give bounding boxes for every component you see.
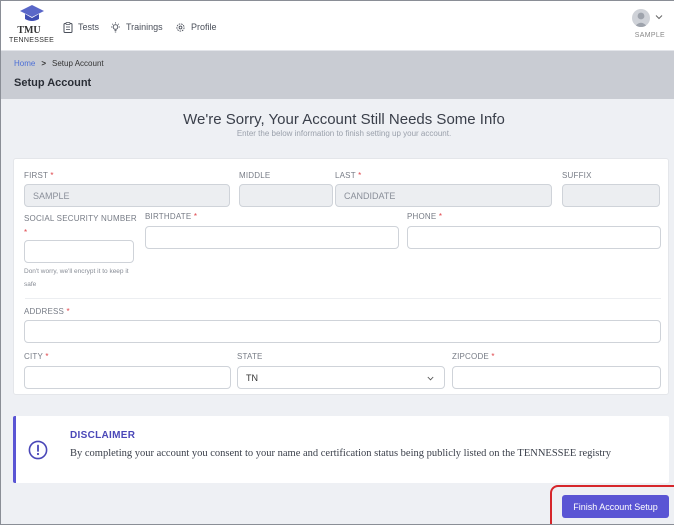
phone-label-text: PHONE (407, 212, 437, 221)
user-menu[interactable]: SAMPLE (625, 9, 665, 45)
logo-abbr: TMU (17, 25, 41, 36)
required-marker: * (491, 352, 495, 361)
first-name-label-text: FIRST (24, 171, 48, 180)
disclaimer-text: By completing your account you consent t… (70, 448, 612, 459)
page-title: Setup Account (14, 77, 92, 89)
state-selected-value: TN (246, 372, 258, 383)
suffix-input[interactable] (562, 184, 660, 207)
nav-trainings-label: Trainings (126, 22, 163, 32)
graduation-cap-icon (20, 5, 44, 21)
last-name-label-text: LAST (335, 171, 356, 180)
city-input[interactable] (24, 366, 231, 389)
chevron-down-icon (655, 15, 663, 20)
birthdate-input[interactable] (145, 226, 399, 249)
required-marker: * (24, 228, 28, 237)
top-navbar: TMU TENNESSEE Tests Trainings Profile SA… (1, 1, 674, 51)
ssn-label: SOCIAL SECURITY NUMBER * (24, 212, 149, 240)
clipboard-icon (63, 21, 73, 33)
suffix-label: SUFFIX (562, 171, 592, 180)
state-select[interactable]: TN (237, 366, 445, 389)
birthdate-label-text: BIRTHDATE (145, 212, 192, 221)
state-label: STATE (237, 352, 263, 361)
required-marker: * (66, 307, 70, 316)
disclaimer-title: DISCLAIMER (70, 430, 136, 441)
middle-name-input[interactable] (239, 184, 333, 207)
user-silhouette-icon (634, 12, 648, 27)
nav-profile-label: Profile (191, 22, 217, 32)
required-marker: * (438, 212, 443, 221)
phone-label: PHONE * (407, 212, 442, 221)
address-label-text: ADDRESS (24, 307, 65, 316)
zipcode-label: ZIPCODE * (452, 352, 495, 361)
required-marker: * (45, 352, 49, 361)
city-label-text: CITY (24, 352, 43, 361)
section-divider (25, 298, 661, 299)
middle-name-label: MIDDLE (239, 171, 271, 180)
banner-heading: We're Sorry, Your Account Still Needs So… (183, 111, 505, 128)
nav-tests-label: Tests (78, 22, 100, 32)
banner-subheading: Enter the below information to finish se… (236, 129, 452, 138)
address-input[interactable] (24, 320, 661, 343)
last-name-label: LAST * (335, 171, 361, 180)
breadcrumb-current: Setup Account (52, 59, 104, 68)
ssn-input[interactable] (24, 240, 134, 263)
first-name-label: FIRST * (24, 171, 54, 180)
gear-icon (176, 22, 185, 32)
birthdate-label: BIRTHDATE * (145, 212, 197, 221)
breadcrumb-home-link[interactable]: Home (14, 59, 35, 68)
nav-profile[interactable]: Profile (175, 19, 217, 35)
user-name: SAMPLE (634, 32, 665, 39)
account-form-card: FIRST * SAMPLE MIDDLE LAST * CANDIDATE S… (13, 158, 669, 395)
lightbulb-icon (111, 21, 120, 32)
tmu-logo[interactable]: TMU TENNESSEE (9, 4, 55, 48)
last-name-input[interactable]: CANDIDATE (335, 184, 552, 207)
address-label: ADDRESS * (24, 307, 70, 316)
breadcrumb: Home > Setup Account (14, 59, 104, 68)
avatar (632, 9, 650, 27)
disclaimer-card: DISCLAIMER By completing your account yo… (13, 416, 669, 483)
required-marker: * (193, 212, 198, 221)
required-marker: * (50, 171, 54, 180)
zipcode-label-text: ZIPCODE (452, 352, 489, 361)
finish-account-setup-button[interactable]: Finish Account Setup (562, 495, 669, 518)
ssn-help-text: Don't worry, we'll encrypt it to keep it… (24, 268, 129, 288)
breadcrumb-separator: > (41, 59, 47, 68)
info-banner: We're Sorry, Your Account Still Needs So… (13, 99, 674, 151)
nav-tests[interactable]: Tests (63, 19, 99, 35)
phone-input[interactable] (407, 226, 661, 249)
exclamation-circle-icon (28, 440, 48, 460)
first-name-input[interactable]: SAMPLE (24, 184, 230, 207)
zipcode-input[interactable] (452, 366, 661, 389)
ssn-label-text: SOCIAL SECURITY NUMBER (24, 214, 137, 223)
nav-trainings[interactable]: Trainings (110, 19, 163, 35)
last-name-value: CANDIDATE (344, 190, 396, 201)
first-name-value: SAMPLE (33, 190, 70, 201)
city-label: CITY * (24, 352, 49, 361)
app-window: TMU TENNESSEE Tests Trainings Profile SA… (0, 0, 674, 525)
required-marker: * (358, 171, 362, 180)
chevron-down-icon (427, 376, 434, 381)
logo-state: TENNESSEE (9, 37, 55, 44)
